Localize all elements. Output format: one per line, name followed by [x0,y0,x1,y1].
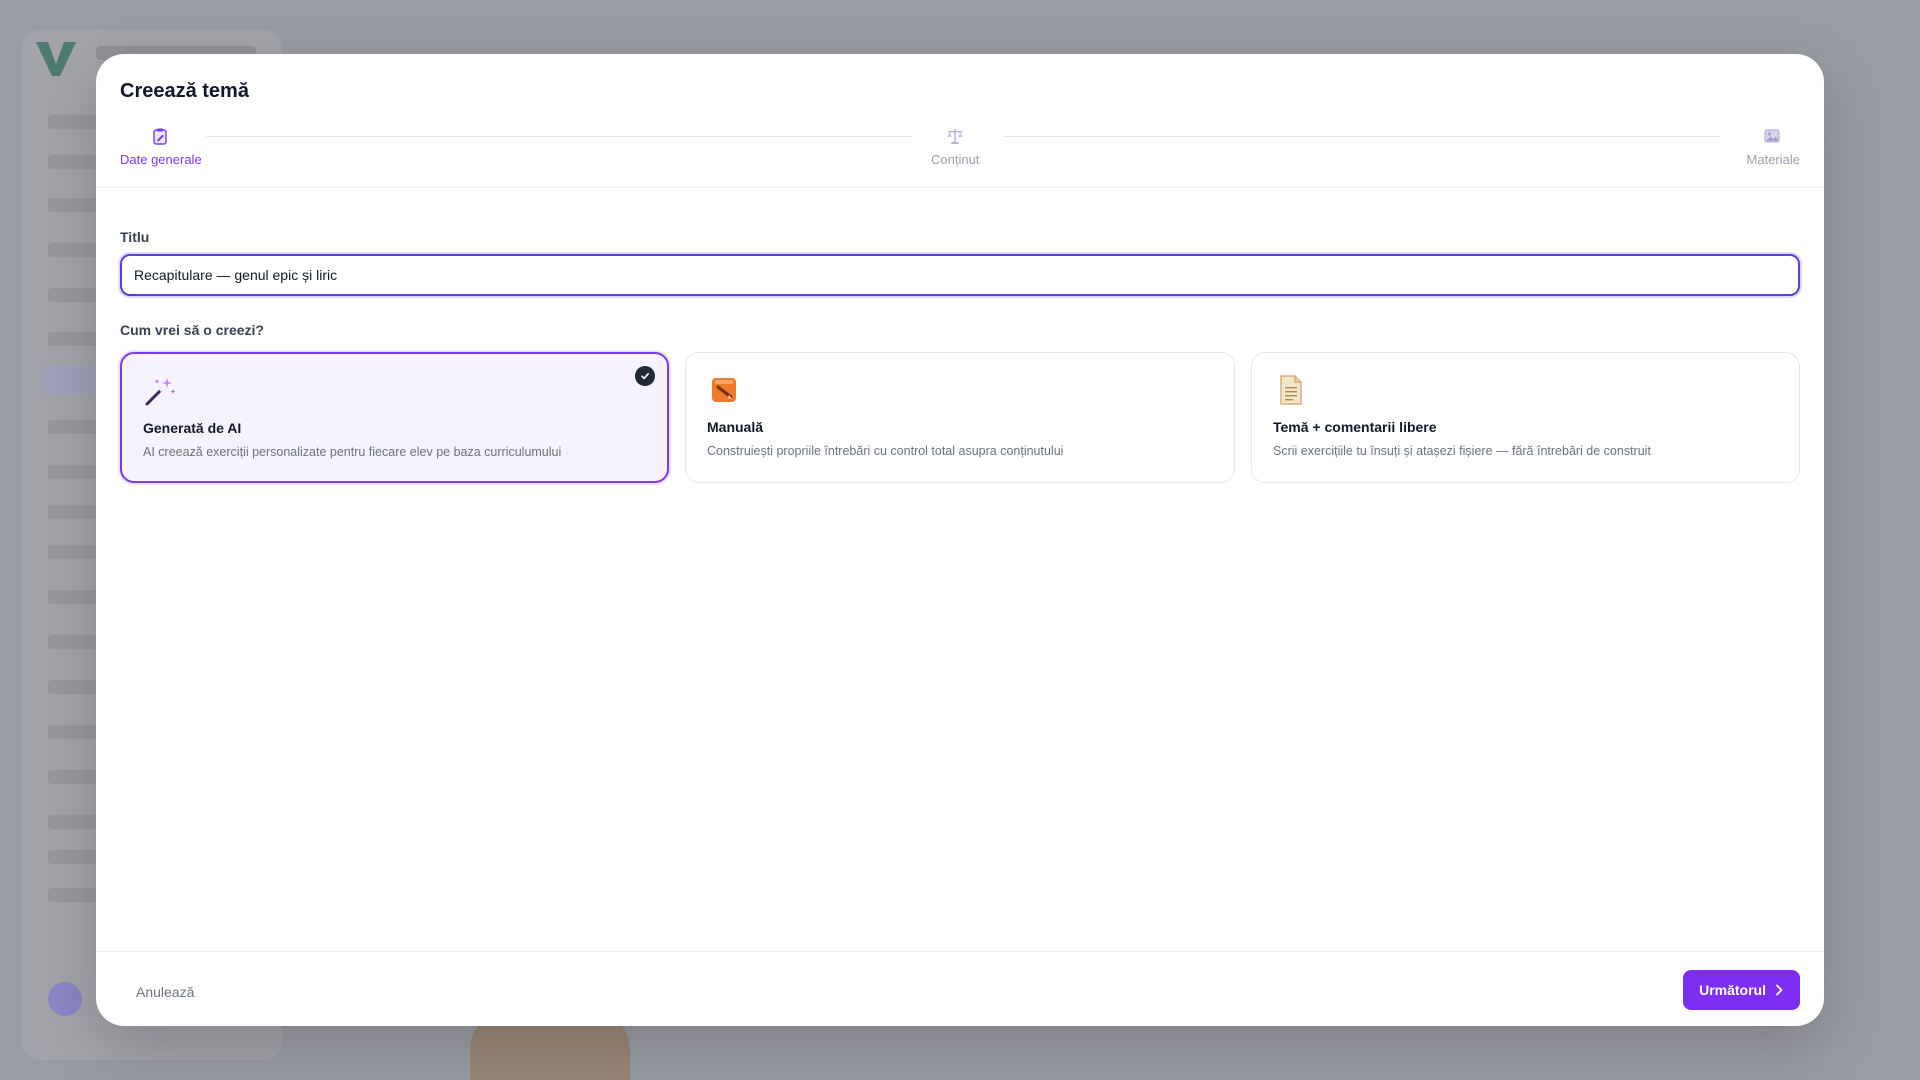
header-divider [96,187,1824,188]
step-date-generale[interactable]: Date generale [120,126,202,167]
option-title: Generată de AI [143,420,242,436]
clipboard-edit-icon [150,126,170,146]
option-manual[interactable]: Manuală Construiești propriile întrebări… [685,352,1235,483]
option-title: Temă + comentarii libere [1273,419,1437,435]
option-ai-generated[interactable]: Generată de AI AI creează exerciții pers… [120,352,669,483]
title-input[interactable] [120,254,1800,296]
image-icon [1762,126,1782,146]
logo-icon [36,42,76,76]
notebook-pencil-icon [707,373,741,407]
option-homework-free-comments[interactable]: Temă + comentarii libere Scrii exerciții… [1251,352,1800,483]
title-label: Titlu [120,229,150,245]
stepper-connector [1004,136,1720,137]
option-description: Scrii exercițiile tu însuți și atașezi f… [1273,444,1651,458]
cancel-button[interactable]: Anulează [120,972,210,1012]
check-icon [635,366,655,386]
modal-title: Creează temă [120,80,249,102]
balance-scale-icon [945,126,965,146]
footer-divider [96,951,1824,952]
option-description: Construiești propriile întrebări cu cont… [707,444,1064,458]
creation-method-options: Generată de AI AI creează exerciții pers… [120,352,1800,484]
step-continut[interactable]: Conținut [931,126,979,167]
step-label: Date generale [120,152,202,167]
document-icon [1273,373,1307,407]
chevron-right-icon [1776,984,1783,996]
next-button-label: Următorul [1699,982,1766,998]
create-homework-modal: Creează temă Date generale Conținut Mate… [96,54,1824,1026]
step-label: Conținut [931,152,980,167]
magic-wand-icon [143,374,177,408]
option-description: AI creează exerciții personalizate pentr… [143,445,562,459]
stepper-connector [206,136,912,137]
step-materiale[interactable]: Materiale [1747,126,1800,167]
next-button[interactable]: Următorul [1683,970,1800,1010]
creation-method-label: Cum vrei să o creezi? [120,322,264,338]
step-label: Materiale [1746,152,1800,167]
stepper: Date generale Conținut Materiale [120,126,1800,186]
background-avatar [48,982,82,1016]
option-title: Manuală [707,419,764,435]
